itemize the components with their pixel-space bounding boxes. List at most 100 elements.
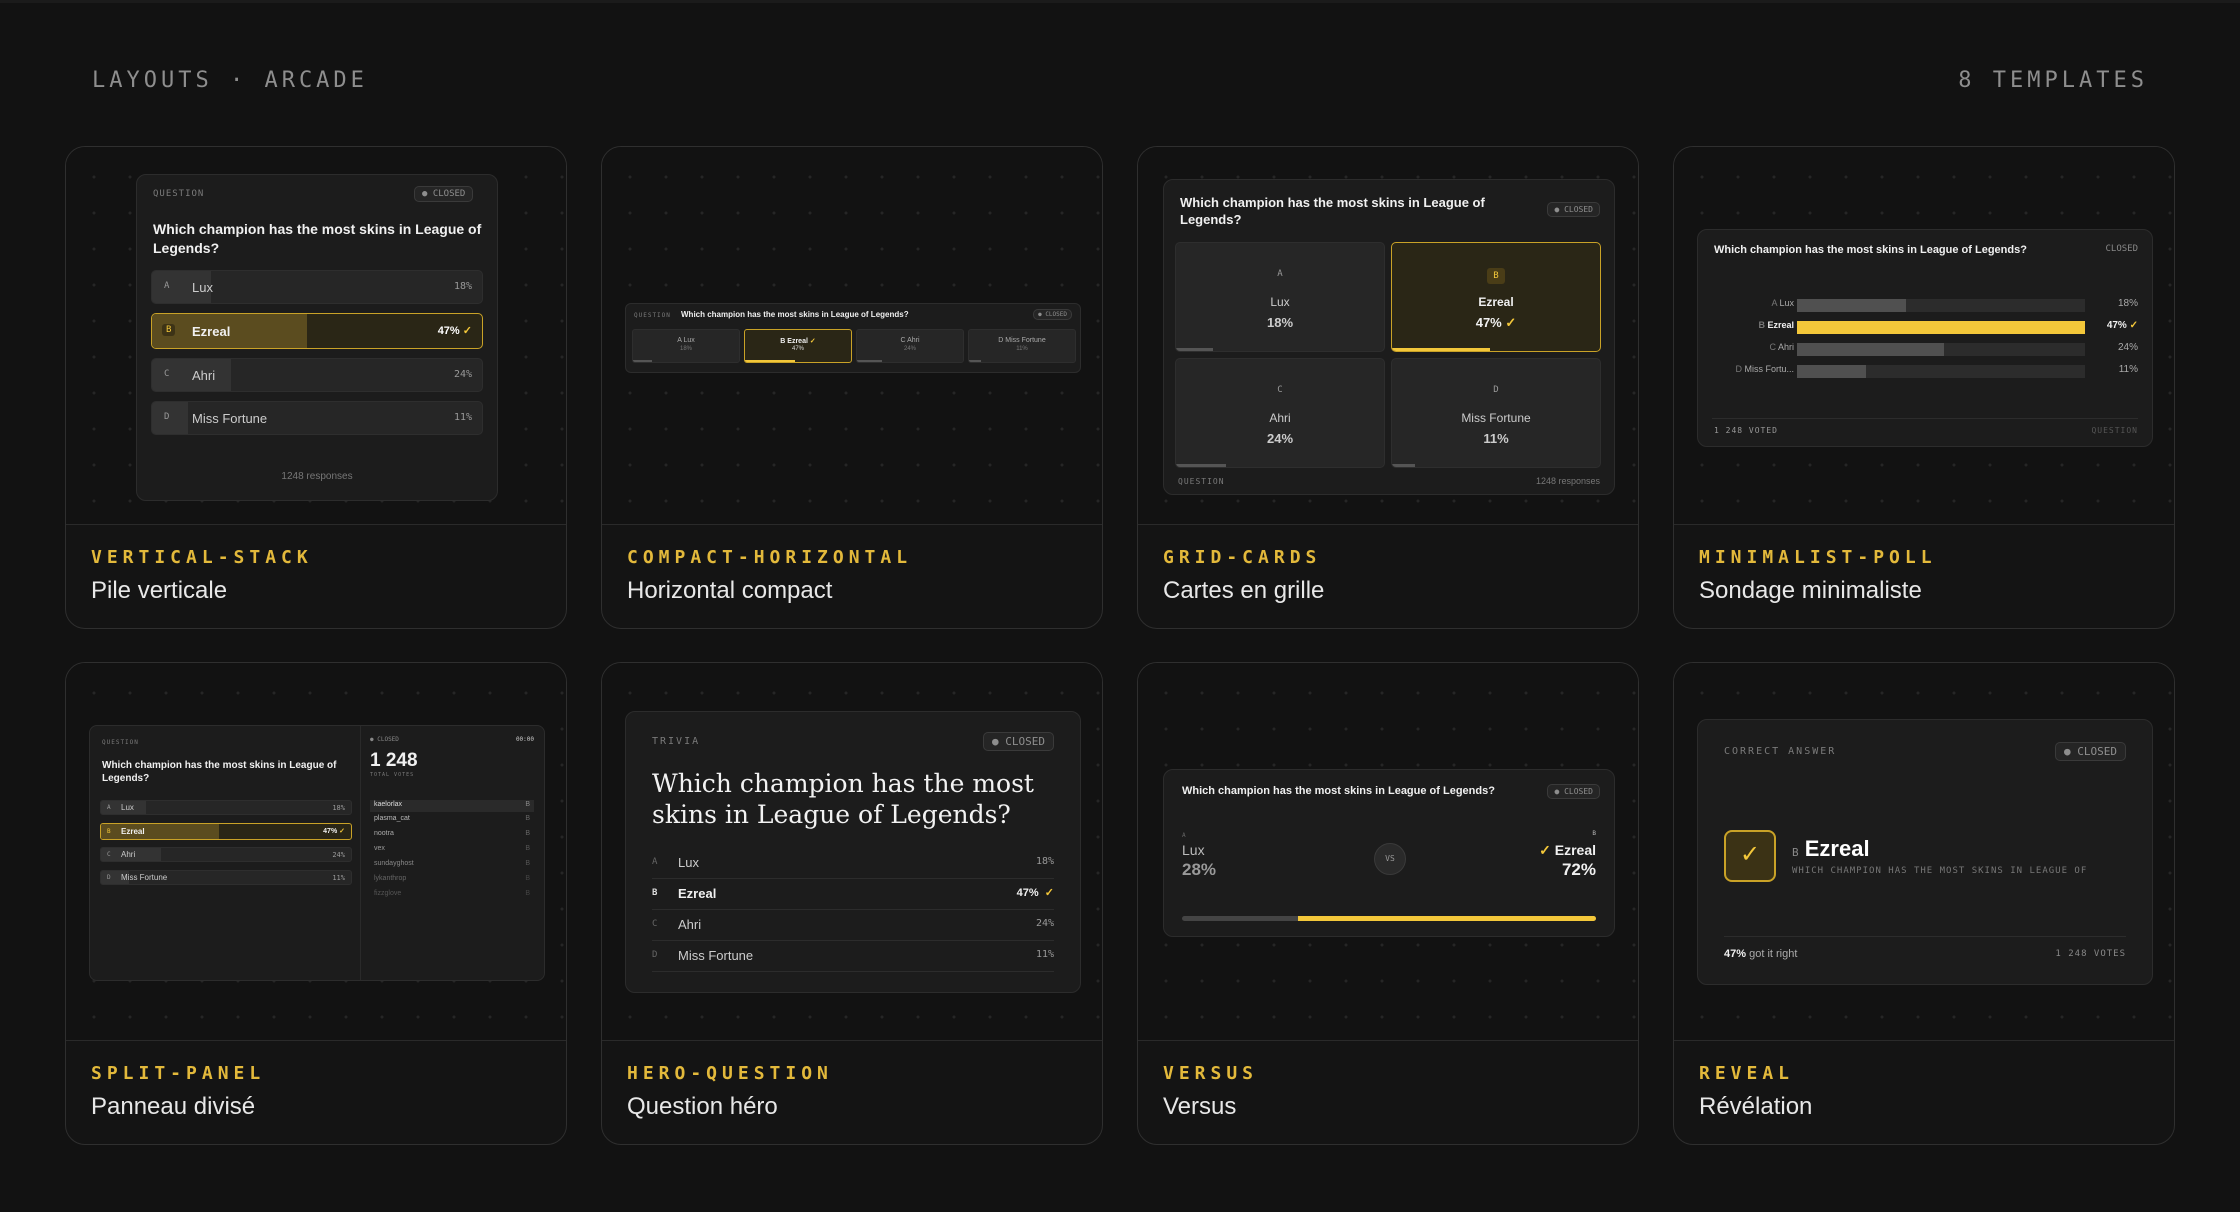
option-row-b[interactable]: B Ezreal 47% ✓ bbox=[652, 880, 1054, 910]
option-tile-d[interactable]: D Miss Fortune 11% bbox=[1391, 358, 1601, 468]
option-name: Ezreal bbox=[787, 338, 808, 345]
responses-count: 1248 responses bbox=[1535, 476, 1600, 486]
template-card-hero-question[interactable]: TRIVIA ● CLOSED Which champion has the m… bbox=[601, 662, 1103, 1145]
reveal-got-text: got it right bbox=[1749, 948, 1798, 960]
poll-question: Which champion has the most skins in Lea… bbox=[1182, 785, 1495, 797]
option-tile-a[interactable]: A Lux 18% bbox=[1175, 242, 1385, 352]
option-name: Miss Fortune bbox=[1005, 337, 1046, 344]
poll-question: Which champion has the most skins in Lea… bbox=[153, 221, 482, 256]
question-label: QUESTION bbox=[153, 189, 205, 199]
template-name: Question héro bbox=[627, 1093, 778, 1120]
option-pct: 11% bbox=[453, 412, 472, 423]
timer: 00:00 bbox=[515, 736, 534, 743]
option-row-c[interactable]: C Ahri 24% bbox=[100, 847, 352, 862]
option-name: Ahri bbox=[907, 337, 920, 344]
voter-row: lykanthrop B bbox=[374, 875, 530, 882]
poll-panel: TRIVIA ● CLOSED Which champion has the m… bbox=[625, 711, 1081, 993]
option-pct: 24% bbox=[903, 346, 916, 352]
option-name: Ezreal bbox=[1478, 295, 1514, 309]
template-card-vertical-stack[interactable]: QUESTION ● CLOSED Which champion has the… bbox=[65, 146, 567, 629]
status-badge: ● CLOSED bbox=[1547, 784, 1600, 799]
option-tile-c[interactable]: C Ahri 24% bbox=[856, 329, 964, 363]
option-name: Miss Fortu... bbox=[1744, 364, 1794, 374]
status-text: CLOSED bbox=[1564, 205, 1593, 214]
option-row-a[interactable]: A Lux 18% bbox=[100, 800, 352, 815]
option-row-a[interactable]: A Lux 18% bbox=[151, 270, 483, 304]
template-preview: Which champion has the most skins in Lea… bbox=[1138, 147, 1638, 525]
option-name: Miss Fortune bbox=[121, 873, 168, 882]
template-name: Pile verticale bbox=[91, 577, 228, 604]
status-text: CLOSED bbox=[377, 736, 399, 743]
option-key: C bbox=[652, 919, 658, 929]
option-row-d[interactable]: D Miss Fortune 11% bbox=[652, 942, 1054, 972]
option-key: D bbox=[1493, 385, 1499, 395]
option-pct: 11% bbox=[332, 874, 345, 882]
status-badge: ● CLOSED bbox=[414, 186, 474, 202]
check-icon: ✓ bbox=[1505, 315, 1517, 330]
template-slug: MINIMALIST-POLL bbox=[1699, 547, 1937, 568]
option-tile-a[interactable]: A Lux 18% bbox=[632, 329, 740, 363]
option-tile-b[interactable]: B Ezreal 47% ✓ bbox=[1391, 242, 1601, 352]
status-badge: ● CLOSED bbox=[1547, 202, 1600, 217]
option-key: A bbox=[677, 337, 682, 344]
votes-count: 1 248 VOTES bbox=[2055, 949, 2126, 959]
template-slug: REVEAL bbox=[1699, 1063, 1795, 1084]
option-pct: 47% bbox=[1475, 315, 1502, 330]
versus-left-name: Lux bbox=[1182, 842, 1205, 858]
option-row-d[interactable]: D Miss Fortune 11% bbox=[100, 870, 352, 885]
option-pct: 18% bbox=[1266, 315, 1294, 330]
question-label: QUESTION bbox=[102, 739, 139, 746]
template-name: Cartes en grille bbox=[1163, 577, 1325, 604]
status-text: CLOSED bbox=[2105, 244, 2138, 254]
page-breadcrumb: LAYOUTS · ARCADE bbox=[92, 68, 368, 93]
option-name: Ahri bbox=[678, 917, 702, 932]
option-pct: 11% bbox=[1035, 949, 1054, 960]
option-key: D bbox=[1735, 364, 1742, 374]
template-card-versus[interactable]: Which champion has the most skins in Lea… bbox=[1137, 662, 1639, 1145]
option-key: D bbox=[652, 950, 658, 960]
option-pct: 11% bbox=[2118, 364, 2138, 375]
option-tile-b[interactable]: B Ezreal ✓ 47% bbox=[744, 329, 852, 363]
template-card-minimalist-poll[interactable]: Which champion has the most skins in Lea… bbox=[1673, 146, 2175, 629]
template-name: Versus bbox=[1163, 1093, 1237, 1120]
question-label: QUESTION bbox=[1178, 477, 1225, 486]
option-name: Lux bbox=[192, 280, 213, 295]
template-card-grid-cards[interactable]: Which champion has the most skins in Lea… bbox=[1137, 146, 1639, 629]
option-row-c[interactable]: C Ahri 24% bbox=[151, 358, 483, 392]
check-icon: ✓ bbox=[339, 828, 345, 835]
poll-panel: Which champion has the most skins in Lea… bbox=[1163, 179, 1615, 495]
option-row-b[interactable]: B Ezreal 47% ✓ bbox=[100, 823, 352, 840]
template-name: Panneau divisé bbox=[91, 1093, 256, 1120]
template-name: Horizontal compact bbox=[627, 577, 833, 604]
status-text: CLOSED bbox=[432, 189, 466, 199]
template-preview: QUESTION ● CLOSED Which champion has the… bbox=[66, 147, 566, 525]
option-name: Ahri bbox=[1777, 342, 1794, 352]
check-icon: ✓ bbox=[1539, 842, 1551, 858]
versus-right-pct: 72% bbox=[1561, 860, 1596, 879]
template-card-compact-horizontal[interactable]: QUESTION Which champion has the most ski… bbox=[601, 146, 1103, 629]
template-name: Sondage minimaliste bbox=[1699, 577, 1922, 604]
check-icon: ✓ bbox=[1724, 830, 1776, 882]
option-pct: 24% bbox=[332, 851, 345, 859]
voter-row: vex B bbox=[374, 845, 530, 852]
option-name: Ezreal bbox=[1767, 320, 1794, 330]
template-card-reveal[interactable]: CORRECT ANSWER ● CLOSED ✓ B Ezreal WHICH… bbox=[1673, 662, 2175, 1145]
voter-row: kaelorlax B bbox=[370, 800, 534, 812]
template-preview: QUESTION Which champion has the most ski… bbox=[66, 663, 566, 1041]
option-row-c[interactable]: C Ahri 24% bbox=[652, 911, 1054, 941]
template-slug: COMPACT-HORIZONTAL bbox=[627, 547, 913, 568]
template-card-split-panel[interactable]: QUESTION Which champion has the most ski… bbox=[65, 662, 567, 1145]
option-name: Miss Fortune bbox=[678, 948, 754, 963]
option-row-a[interactable]: A Lux 18% bbox=[652, 849, 1054, 879]
voter-row: nootra B bbox=[374, 830, 530, 837]
option-row-b[interactable]: B Ezreal 47% ✓ bbox=[151, 313, 483, 349]
option-tile-c[interactable]: C Ahri 24% bbox=[1175, 358, 1385, 468]
option-row-d[interactable]: D Miss Fortune 11% bbox=[151, 401, 483, 435]
option-tile-d[interactable]: D Miss Fortune 11% bbox=[968, 329, 1076, 363]
question-label: QUESTION bbox=[634, 312, 671, 319]
option-bar-c bbox=[1797, 343, 2085, 356]
total-votes-label: TOTAL VOTES bbox=[370, 772, 415, 778]
option-pct: 47% bbox=[323, 828, 338, 835]
option-pct: 24% bbox=[1035, 918, 1054, 929]
status-text: CLOSED bbox=[1005, 735, 1045, 748]
